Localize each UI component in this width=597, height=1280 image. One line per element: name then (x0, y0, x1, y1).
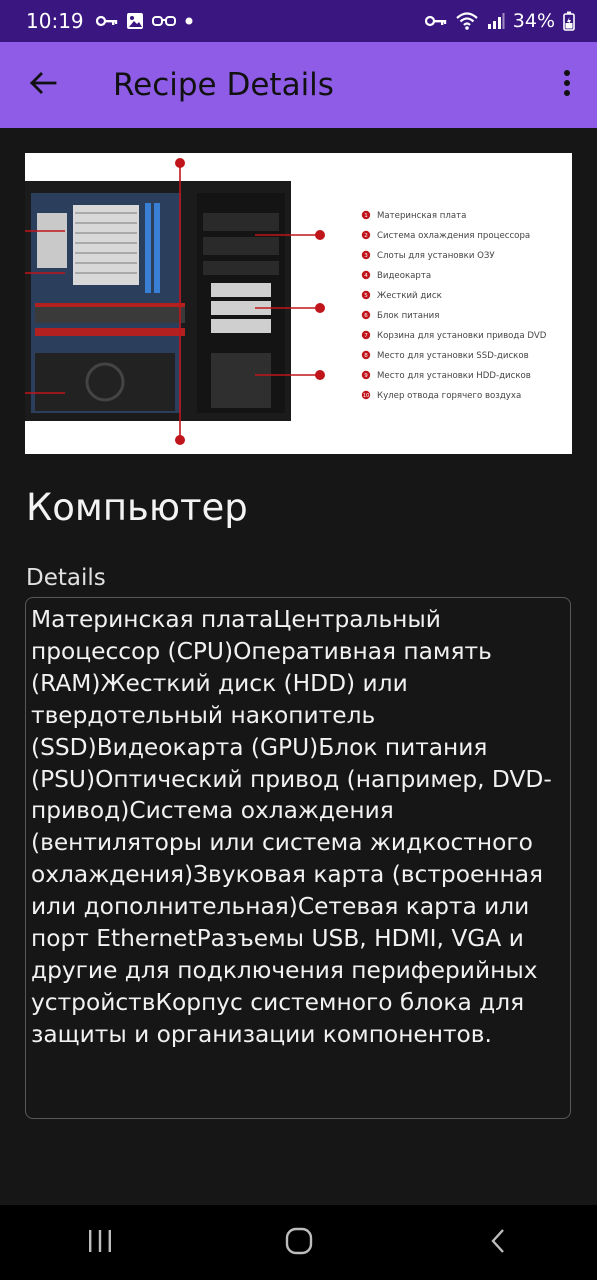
pc-case-diagram: 1 Материнская плата 2 Система охлаждения п… (25, 158, 547, 445)
home-button[interactable] (259, 1205, 339, 1280)
details-field[interactable]: Материнская платаЦентральный процессор (… (25, 597, 571, 1119)
recent-apps-icon (87, 1229, 113, 1257)
battery-text: 34% (512, 10, 555, 32)
legend-item: 9 Место для установки HDD-дисков (361, 370, 531, 381)
legend-label: Корзина для установки привода DVD (377, 331, 547, 341)
recent-apps-button[interactable] (60, 1205, 140, 1280)
wifi-icon (455, 11, 479, 31)
legend-label: Блок питания (377, 311, 439, 321)
key-icon (95, 14, 118, 28)
legend-item: 1 Материнская плата (361, 210, 466, 221)
legend-item: 2 Система охлаждения процессора (361, 230, 530, 241)
more-vert-icon (563, 69, 571, 101)
recipe-title: Компьютер (26, 486, 248, 529)
legend-label: Система охлаждения процессора (377, 231, 530, 241)
legend-marker-label: 8 (364, 353, 368, 359)
status-bar: 10:19 34% (0, 0, 597, 42)
legend-marker-label: 7 (364, 333, 368, 339)
legend-marker-label: 10 (363, 393, 369, 399)
legend-marker-label: 9 (364, 373, 368, 379)
dot-icon (184, 16, 194, 26)
nav-back-button[interactable] (458, 1205, 538, 1280)
legend-marker-label: 6 (364, 313, 368, 319)
legend-label: Место для установки SSD-дисков (377, 351, 529, 361)
legend-marker-label: 3 (364, 253, 368, 259)
glasses-icon (151, 14, 176, 28)
details-label: Details (26, 565, 106, 591)
legend-item: 8 Место для установки SSD-дисков (361, 350, 529, 361)
status-time: 10:19 (26, 9, 84, 33)
legend-label: Кулер отвода горячего воздуха (377, 391, 521, 401)
image-icon (126, 12, 144, 30)
legend-item: 6 Блок питания (361, 310, 439, 321)
legend-item: 4 Видеокарта (361, 270, 431, 281)
legend-label: Место для установки HDD-дисков (377, 371, 531, 381)
legend-item: 10 Кулер отвода горячего воздуха (361, 390, 521, 401)
home-icon (285, 1227, 313, 1259)
recipe-image: 1 Материнская плата 2 Система охлаждения п… (25, 153, 572, 454)
battery-icon (563, 11, 575, 31)
back-button[interactable] (0, 42, 86, 128)
arrow-back-icon (29, 71, 57, 99)
status-right: 34% (424, 10, 575, 32)
key-icon (424, 14, 447, 28)
legend-label: Жесткий диск (377, 291, 442, 301)
diagram-legend: 1 Материнская плата 2 Система охлаждения п… (361, 210, 547, 401)
legend-label: Материнская плата (377, 211, 466, 221)
legend-marker-label: 1 (364, 213, 368, 219)
system-nav-bar (0, 1205, 597, 1280)
legend-item: 5 Жесткий диск (361, 290, 442, 301)
legend-label: Слоты для установки ОЗУ (377, 251, 495, 261)
signal-icon (487, 12, 505, 30)
legend-marker-label: 2 (364, 233, 368, 239)
legend-item: 3 Слоты для установки ОЗУ (361, 250, 495, 261)
legend-label: Видеокарта (377, 271, 431, 281)
back-icon (490, 1228, 506, 1258)
legend-marker-label: 4 (364, 273, 368, 279)
legend-item: 7 Корзина для установки привода DVD (361, 330, 547, 341)
more-options-button[interactable] (537, 42, 597, 128)
status-left: 10:19 (26, 9, 194, 33)
page-title: Recipe Details (113, 67, 334, 103)
legend-marker-label: 5 (364, 293, 368, 299)
app-bar: Recipe Details (0, 42, 597, 128)
